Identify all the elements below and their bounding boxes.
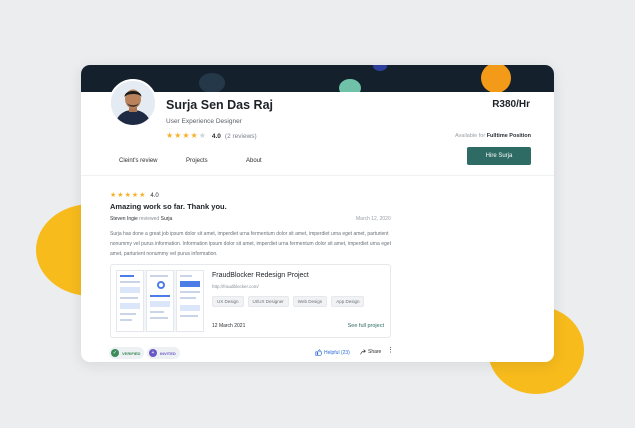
verified-label: VERIFIED bbox=[122, 350, 141, 356]
helpful-label: Helpful (23) bbox=[324, 349, 350, 356]
avatar-image bbox=[111, 81, 155, 125]
share-button[interactable]: Share bbox=[360, 349, 381, 355]
review-title: Amazing work so far. Thank you. bbox=[110, 202, 227, 211]
project-tag: UX Design bbox=[212, 296, 244, 307]
star-icon: ★ bbox=[110, 192, 117, 199]
tab-about[interactable]: About bbox=[246, 158, 262, 164]
project-tag: Web Design bbox=[292, 296, 328, 307]
project-thumbnail bbox=[116, 270, 204, 332]
thumbnail-screen bbox=[116, 270, 144, 332]
project-tag: App Design bbox=[331, 296, 365, 307]
review-target[interactable]: Surja bbox=[161, 216, 173, 222]
project-tags: UX Design UI/UX Designer Web Design App … bbox=[212, 296, 365, 307]
profile-role: User Experience Designer bbox=[166, 118, 242, 125]
banner-shape bbox=[476, 65, 516, 92]
star-icon: ★ bbox=[124, 192, 131, 199]
tab-projects[interactable]: Projects bbox=[186, 158, 208, 164]
check-icon: ✓ bbox=[111, 349, 119, 357]
review-count: (2 reviews) bbox=[224, 132, 257, 140]
profile-card: Surja Sen Das Raj User Experience Design… bbox=[81, 65, 554, 362]
reviewer-action: reviewed bbox=[139, 216, 160, 222]
availability: Available for Fulltime Position bbox=[455, 133, 531, 139]
review-body: Surja has done a great job ipsum dolor s… bbox=[110, 231, 391, 257]
thumbnail-screen bbox=[146, 270, 174, 332]
banner-shape bbox=[339, 79, 361, 92]
project-url[interactable]: http://fraudblocker.com/ bbox=[212, 284, 259, 289]
project-date: 12 March 2021 bbox=[212, 323, 246, 329]
thumbs-up-icon bbox=[315, 349, 322, 356]
invited-label: INVITED bbox=[160, 350, 176, 356]
thumbnail-screen bbox=[176, 270, 204, 332]
star-icon: ★ bbox=[166, 131, 174, 140]
review-rating: ★ ★ ★ ★ ★ 4.0 bbox=[110, 191, 159, 201]
profile-rating: ★ ★ ★ ★ ★ 4.0 (2 reviews) bbox=[166, 131, 257, 141]
plus-icon: + bbox=[149, 349, 157, 357]
verified-badge: ✓ VERIFIED bbox=[109, 347, 145, 359]
share-label: Share bbox=[368, 349, 382, 355]
see-full-project-link[interactable]: See full project bbox=[348, 323, 384, 329]
project-tag: UI/UX Designer bbox=[247, 296, 289, 307]
invited-badge: + INVITED bbox=[147, 347, 180, 359]
review-date: March 12, 2020 bbox=[356, 216, 391, 222]
review-rating-value: 4.0 bbox=[150, 193, 159, 199]
profile-name: Surja Sen Das Raj bbox=[166, 98, 273, 112]
reviewer-line: Steven Ingie reviewed Surja bbox=[110, 216, 172, 222]
tab-clients-review[interactable]: Cleint's review bbox=[119, 158, 158, 164]
availability-prefix: Available for bbox=[454, 133, 486, 139]
star-icon: ★ bbox=[139, 192, 146, 199]
helpful-button[interactable]: Helpful (23) bbox=[315, 349, 350, 356]
star-icon: ★ bbox=[182, 131, 190, 140]
share-icon bbox=[360, 349, 366, 355]
star-icon: ★ bbox=[131, 192, 139, 199]
star-icon: ★ bbox=[117, 192, 124, 199]
star-icon: ★ bbox=[190, 131, 198, 140]
more-options-icon[interactable]: ⋮ bbox=[387, 347, 394, 355]
project-card[interactable]: FraudBlocker Redesign Project http://fra… bbox=[110, 264, 391, 338]
avatar bbox=[109, 79, 157, 127]
banner-shape bbox=[373, 65, 387, 71]
hire-button[interactable]: Hire Surja bbox=[467, 147, 531, 165]
availability-type: Fulltime Position bbox=[486, 133, 531, 139]
star-icon: ★ bbox=[174, 131, 182, 140]
divider bbox=[81, 175, 554, 176]
reviewer-name[interactable]: Steven Ingie bbox=[110, 216, 138, 222]
project-title: FraudBlocker Redesign Project bbox=[212, 272, 309, 279]
hourly-rate: R380/Hr bbox=[492, 99, 530, 110]
rating-value: 4.0 bbox=[211, 132, 221, 140]
star-empty-icon: ★ bbox=[198, 131, 206, 140]
banner-shape bbox=[199, 73, 225, 92]
